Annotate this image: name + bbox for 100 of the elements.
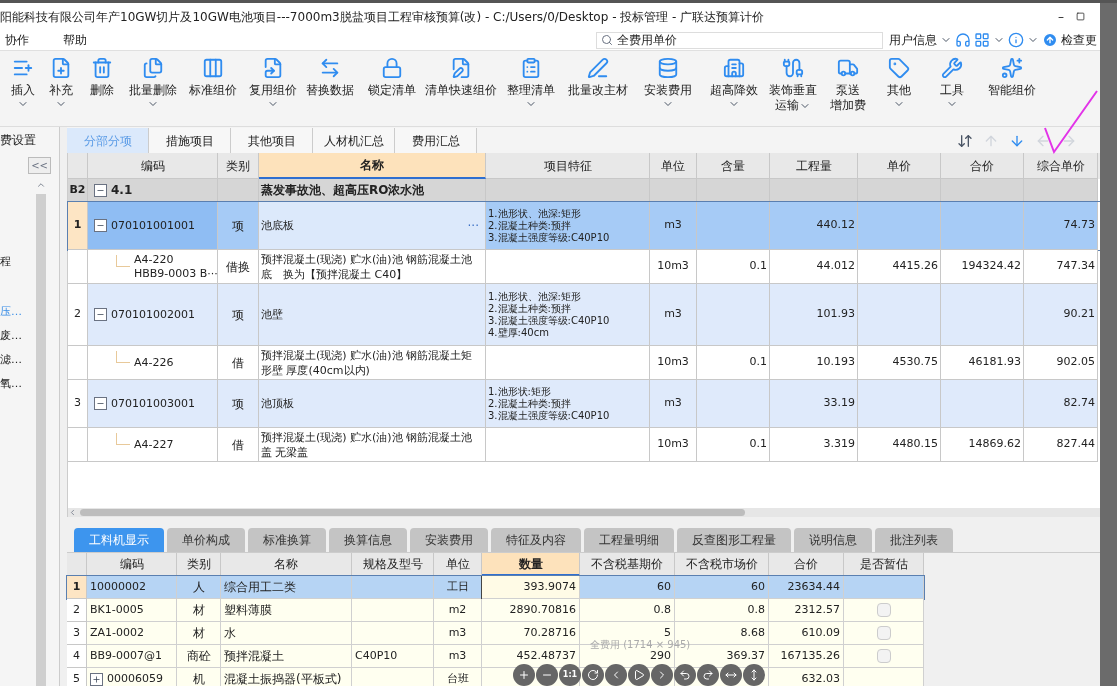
cell-text: 2312.57 (794, 601, 840, 618)
feature-line: 1.池形状、池深:矩形 (488, 207, 582, 220)
toolbar-button[interactable]: 标准组价 (182, 57, 244, 98)
lock-icon (380, 57, 403, 79)
toolbar-button[interactable]: 替换数据 (301, 57, 359, 98)
table-row[interactable]: B2 4.1 蒸发事故池、超高压RO浓水池 (68, 179, 1100, 202)
checkbox[interactable] (876, 649, 891, 663)
cell-text: 机 (192, 671, 205, 686)
toolbar-button[interactable]: 泵送 增加费 (821, 57, 874, 113)
sidebar-item[interactable]: 滤… (0, 348, 36, 372)
tab[interactable]: 单价构成 (167, 528, 245, 552)
cell-text: 台班 (446, 670, 469, 686)
tab[interactable]: 批注列表 (875, 528, 953, 552)
checkbox[interactable] (876, 626, 891, 640)
tab[interactable]: 费设置 (0, 131, 36, 149)
tab[interactable]: 换算信息 (329, 528, 407, 552)
sort-icon[interactable] (957, 132, 973, 149)
table-row[interactable]: 1 10000002 人 综合用工二类 工日 393.9074 60 60 23634.44 (67, 576, 924, 599)
cell-text: 74.73 (1063, 217, 1095, 234)
search-field[interactable]: 全费用单价 (596, 31, 883, 49)
toolbar-button[interactable]: 插入 (4, 57, 42, 110)
cell-text: 5 (664, 624, 671, 640)
menu-item[interactable]: 帮助 (58, 31, 92, 49)
code-text: 070101001001 (111, 218, 195, 233)
tab[interactable]: 说明信息 (794, 528, 872, 552)
checkbox[interactable] (876, 603, 891, 617)
cell-text: 632.03 (801, 670, 840, 686)
toolbar-button[interactable]: 复用组价 (244, 57, 301, 110)
cell-text: 借 (232, 436, 244, 454)
cell-text: 70.28716 (523, 624, 576, 641)
code-text: 070101003001 (111, 396, 195, 411)
toolbar-button[interactable]: 批量改主材 (563, 57, 632, 98)
apps-icon[interactable] (974, 32, 990, 48)
column-header[interactable]: 数量 (482, 553, 580, 576)
check-mark-annotation (1042, 88, 1100, 156)
toolbar-button[interactable]: 智能组价 (980, 57, 1044, 98)
check-update-button[interactable]: 检查更 (1061, 31, 1097, 49)
toolbar-button[interactable]: 装饰垂直 运输 (765, 57, 821, 113)
scrollbar[interactable] (36, 194, 46, 686)
collapse-icon[interactable] (94, 183, 107, 197)
cell-text: 工日 (446, 578, 469, 595)
minimize-button[interactable]: – (1046, 7, 1076, 26)
collapse-icon[interactable] (94, 397, 107, 410)
info-icon[interactable] (1008, 32, 1024, 48)
toolbar-button[interactable]: 清单快速组价 (424, 57, 498, 98)
cell-text: 借换 (226, 258, 250, 276)
update-icon[interactable] (1042, 32, 1058, 48)
cell-text: 塑料薄膜 (224, 602, 272, 619)
cell-text: 材 (192, 625, 205, 642)
tab[interactable]: 安装费用 (410, 528, 488, 552)
toolbar-button[interactable]: 批量删除 (124, 57, 182, 110)
toolbar-button[interactable]: 删除 (80, 57, 124, 98)
toolbar-button[interactable]: 超高降效 (703, 57, 765, 110)
toolbar-button[interactable]: 安装费用 (632, 57, 703, 110)
more-button[interactable]: ··· (463, 216, 483, 235)
tab[interactable]: 反查图形工程量 (677, 528, 791, 552)
tab[interactable]: 特征及内容 (491, 528, 581, 552)
collapse-icon[interactable] (94, 219, 107, 232)
collapse-icon[interactable] (94, 308, 107, 321)
restore-icon[interactable] (1076, 12, 1085, 21)
sidebar-item[interactable]: 废… (0, 324, 36, 348)
name-text: 预拌混凝土(现浇) 贮水(油)池 钢筋混凝土池底 换为【预拌混凝土 C40】 (261, 251, 474, 282)
toolbar-button[interactable]: 整理清单 (498, 57, 563, 110)
row-number: 3 (74, 395, 81, 412)
toolbar-button[interactable]: 锁定清单 (359, 57, 424, 98)
search-icon (601, 34, 613, 46)
headset-icon[interactable] (955, 32, 971, 48)
table-row[interactable]: 2 BK1-0005 材 塑料薄膜 m2 2890.70816 0.8 0.8 2312.57 (67, 599, 924, 622)
feature-line: 3.混凝土强度等级:C40P10 (488, 314, 610, 327)
sparkles-icon (1001, 57, 1023, 79)
cell-text: 60 (657, 578, 671, 595)
user-info-menu[interactable]: 用户信息 (889, 31, 937, 49)
table-row[interactable]: A4-227 借 预拌混凝土(现浇) 贮水(油)池 钢筋混凝土池盖 无梁盖 10m3 0.1 3.319 4480.15 14869.62 827.44 (68, 428, 1100, 462)
table-row[interactable]: 2 070101002001 项 池壁 1.池形状、池深:矩形 2.混凝土种类:预拌 3.混凝土强度等级:C40P10 4.壁厚:40cm m3 101.93 90.21 (68, 284, 1100, 346)
cell-text: 452.48737 (516, 647, 576, 664)
code-text: HBB9-0003 B··· (134, 266, 217, 281)
cell-text: 4480.15 (892, 436, 938, 453)
cell-text: 0.1 (749, 354, 767, 371)
sidebar-item[interactable]: 氧… (0, 372, 36, 396)
expand-icon[interactable] (90, 672, 103, 686)
cell-text: 33.19 (823, 395, 855, 412)
cell-text: 混凝土振捣器(平板式) (224, 671, 342, 686)
menu-item[interactable]: 协作 (0, 31, 34, 49)
table-row[interactable]: 1 070101001001 项 池底板 ··· 1.池形状、池深:矩形 2.混凝土种类:预拌 3.混凝土强度等级:C40P10 m3 440.12 74.73 (68, 202, 1100, 250)
toolbar-button[interactable]: 其他 (874, 57, 924, 110)
toolbar-button[interactable]: 补充 (42, 57, 80, 110)
horizontal-scrollbar[interactable] (68, 508, 1100, 517)
table-row[interactable]: 3 070101003001 项 池顶板 1.池形状:矩形 2.混凝土种类:预拌 3.混凝土强度等级:C40P10 m3 33.19 82.74 (68, 380, 1100, 428)
cell-text: 0.8 (653, 601, 671, 618)
cell-text: 167135.26 (780, 647, 840, 664)
collapse-button[interactable]: << (28, 157, 51, 174)
tab[interactable]: 工程量明细 (584, 528, 674, 552)
tab[interactable]: 标准换算 (248, 528, 326, 552)
sidebar-item[interactable]: 程 (0, 250, 36, 274)
table-row[interactable]: A4-226 借 预拌混凝土(现浇) 贮水(油)池 钢筋混凝土矩形壁 厚度(40cm以内) 10m3 0.1 10.193 4530.75 46181.93 902.05 (68, 346, 1100, 380)
column-header[interactable]: 名称 (259, 153, 486, 179)
cell-text: 369.37 (726, 647, 765, 664)
cell-text: 290 (650, 648, 671, 664)
name-text: 预拌混凝土(现浇) 贮水(油)池 钢筋混凝土矩形壁 厚度(40cm以内) (261, 347, 474, 378)
toolbar-button[interactable]: 工具 (924, 57, 980, 110)
